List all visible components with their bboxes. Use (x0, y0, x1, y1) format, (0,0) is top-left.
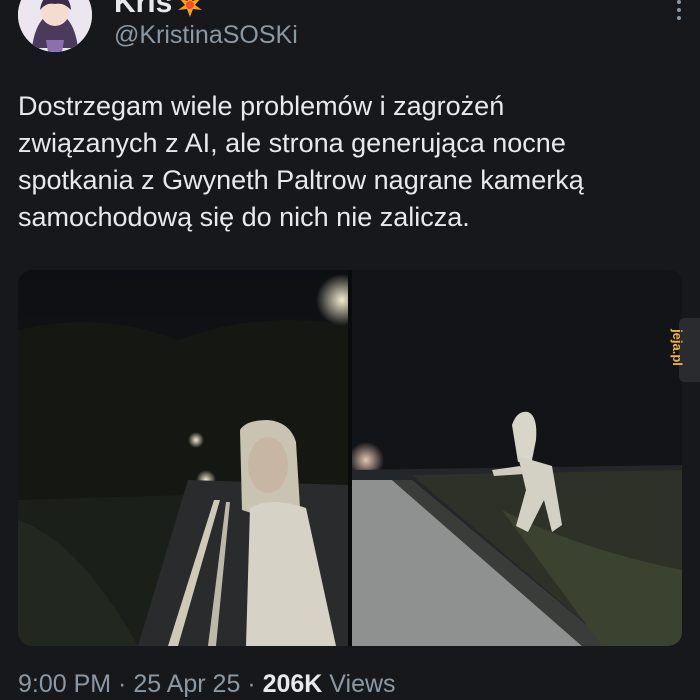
watermark-text: jeja.pl (669, 329, 685, 366)
tweet-meta: 9:00 PM · 25 Apr 25 · 206K Views (18, 670, 396, 699)
dashcam-photo-roadside-figure[interactable] (352, 270, 682, 646)
tweet-text: Dostrzegam wiele problemów i zagrożeń zw… (18, 91, 584, 232)
sparkle-burst-icon (178, 0, 202, 17)
dashcam-photo-road-woman[interactable] (18, 270, 348, 646)
avatar-image (18, 0, 92, 52)
tweet-time[interactable]: 9:00 PM (18, 670, 111, 698)
avatar[interactable] (18, 0, 92, 52)
views-count: 206K (262, 670, 323, 698)
display-name[interactable]: Kris (114, 0, 172, 20)
views-label: Views (329, 670, 396, 698)
meta-separator: · (240, 670, 263, 698)
tweet-date[interactable]: 25 Apr 25 (133, 670, 240, 698)
tweet-media[interactable] (18, 270, 682, 646)
more-options-button[interactable] (669, 0, 689, 22)
user-handle[interactable]: @KristinaSOSKi (114, 21, 298, 50)
meta-separator: · (111, 670, 134, 698)
watermark-badge: jeja.pl (670, 318, 700, 382)
